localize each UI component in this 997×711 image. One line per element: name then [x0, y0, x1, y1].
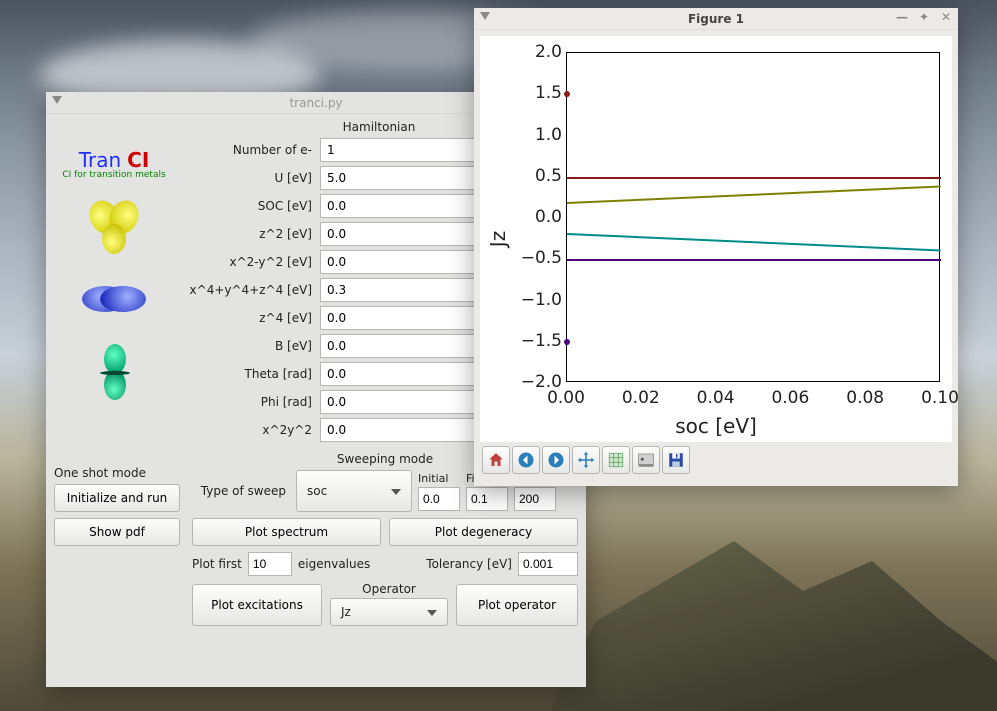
type-of-sweep-select[interactable]: soc — [296, 470, 412, 512]
figure-subplots-icon[interactable] — [632, 446, 660, 474]
chevron-down-icon — [427, 605, 437, 619]
figure-back-icon[interactable] — [512, 446, 540, 474]
ham-label: Theta [rad] — [180, 367, 320, 381]
chart-plot-area — [566, 52, 940, 382]
final-input[interactable] — [466, 487, 508, 511]
chart-xtick: 0.04 — [697, 388, 735, 408]
ham-label: x^2y^2 — [180, 423, 320, 437]
ham-label: SOC [eV] — [180, 199, 320, 213]
tolerancy-label: Tolerancy [eV] — [426, 557, 512, 571]
operator-value: Jz — [341, 605, 351, 619]
one-shot-panel: One shot mode Initialize and run Show pd… — [54, 452, 180, 626]
figure-home-icon[interactable] — [482, 446, 510, 474]
chart-ytick: −1.0 — [521, 290, 562, 310]
operator-label: Operator — [362, 582, 416, 596]
tolerancy-input[interactable] — [518, 552, 578, 576]
chart-series-line — [567, 185, 941, 203]
plot-first-input[interactable] — [248, 552, 292, 576]
ham-label: x^2-y^2 [eV] — [180, 255, 320, 269]
chart-xlabel: soc [eV] — [675, 414, 757, 438]
chart-ytick: 1.5 — [535, 83, 562, 103]
initial-input[interactable] — [418, 487, 460, 511]
figure-toolbar — [480, 442, 952, 478]
type-of-sweep-label: Type of sweep — [192, 484, 290, 498]
logo-column: TranCI CI for transition metals — [54, 118, 174, 446]
chart-ytick: 1.0 — [535, 125, 562, 145]
plot-operator-button[interactable]: Plot operator — [456, 584, 578, 626]
logo-text: TranCI — [54, 148, 174, 172]
plot-degeneracy-button[interactable]: Plot degeneracy — [389, 518, 578, 546]
chart-xtick: 0.10 — [921, 388, 959, 408]
chart-ytick: 2.0 — [535, 42, 562, 62]
plot-excitations-button[interactable]: Plot excitations — [192, 584, 322, 626]
orbital-blue-icon — [84, 268, 144, 328]
chart-xtick: 0.00 — [547, 388, 585, 408]
chevron-down-icon — [391, 484, 401, 498]
chart-point — [564, 91, 570, 97]
initialize-and-run-button[interactable]: Initialize and run — [54, 484, 180, 512]
figure-zoom-icon[interactable] — [602, 446, 630, 474]
chart-ytick: 0.5 — [535, 166, 562, 186]
chart-ytick: −0.5 — [521, 248, 562, 268]
chart-point — [564, 339, 570, 345]
window-menu-icon[interactable] — [480, 12, 490, 22]
type-of-sweep-value: soc — [307, 484, 327, 498]
figure-pan-icon[interactable] — [572, 446, 600, 474]
show-pdf-button[interactable]: Show pdf — [54, 518, 180, 546]
chart-series-line — [567, 233, 941, 251]
orbital-yellow-icon — [84, 194, 144, 254]
close-icon[interactable]: ✕ — [940, 11, 952, 23]
chart-ytick: 0.0 — [535, 207, 562, 227]
window-menu-icon[interactable] — [52, 96, 62, 106]
figure-canvas: Jz soc [eV] 2.01.51.00.50.0−0.5−1.0−1.5−… — [480, 36, 952, 442]
logo-ci: CI — [127, 148, 149, 172]
ham-label: Phi [rad] — [180, 395, 320, 409]
one-shot-heading: One shot mode — [54, 466, 180, 480]
ham-label: z^4 [eV] — [180, 311, 320, 325]
eigenvalues-label: eigenvalues — [298, 557, 370, 571]
maximize-icon[interactable]: ✦ — [918, 11, 930, 23]
figure-window: Figure 1 — ✦ ✕ Jz soc [eV] 2.0 1.5 1.0 0.5 0… — [474, 8, 958, 486]
chart-ytick: −1.5 — [521, 331, 562, 351]
plot-spectrum-button[interactable]: Plot spectrum — [192, 518, 381, 546]
figure-titlebar[interactable]: Figure 1 — ✦ ✕ — [474, 8, 958, 30]
chart-xtick: 0.06 — [771, 388, 809, 408]
ham-label: Number of e- — [180, 143, 320, 157]
ham-label: z^2 [eV] — [180, 227, 320, 241]
figure-title: Figure 1 — [688, 12, 744, 26]
logo-subtitle: CI for transition metals — [54, 170, 174, 180]
figure-forward-icon[interactable] — [542, 446, 570, 474]
chart-ylabel: Jz — [486, 231, 510, 247]
orbital-green-icon — [84, 342, 144, 402]
chart-series-line — [567, 259, 941, 261]
chart-xtick: 0.08 — [846, 388, 884, 408]
chart-series-line — [567, 177, 941, 179]
initial-label: Initial — [418, 472, 448, 485]
figure-save-icon[interactable] — [662, 446, 690, 474]
plot-first-label: Plot first — [192, 557, 242, 571]
logo-tran: Tran — [79, 148, 121, 172]
ham-label: B [eV] — [180, 339, 320, 353]
operator-select[interactable]: Jz — [330, 598, 448, 626]
ham-label: x^4+y^4+z^4 [eV] — [180, 283, 320, 297]
tranci-title: tranci.py — [289, 96, 342, 110]
steps-input[interactable] — [514, 487, 556, 511]
ham-label: U [eV] — [180, 171, 320, 185]
minimize-icon[interactable]: — — [896, 11, 908, 23]
chart-xtick: 0.02 — [622, 388, 660, 408]
